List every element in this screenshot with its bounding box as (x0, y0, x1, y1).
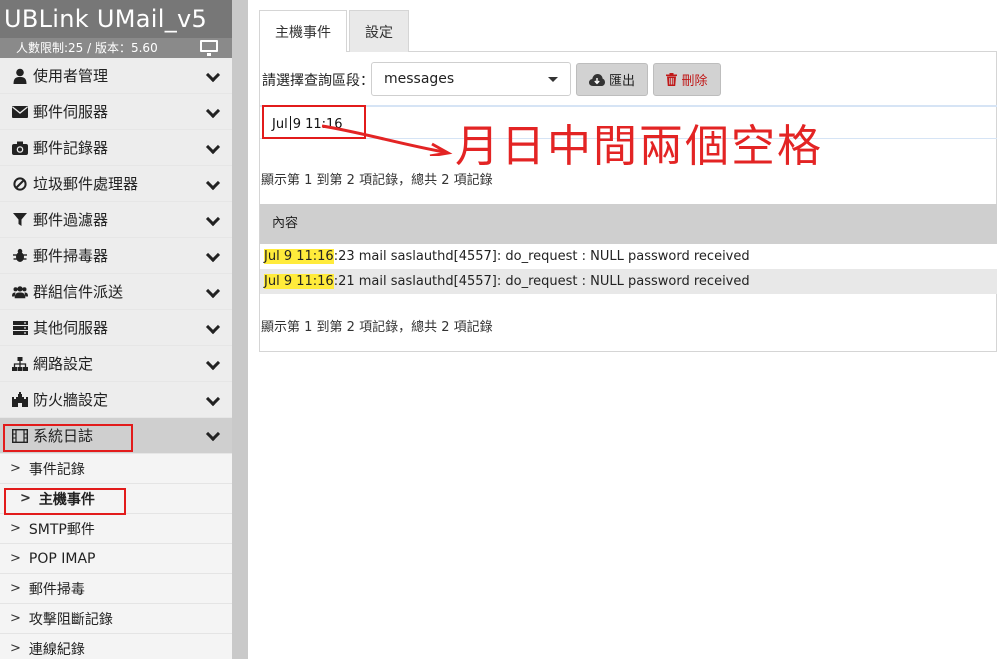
menu-group-mail[interactable]: 群組信件派送 (0, 274, 232, 310)
tab-panel: 請選擇查詢區段： messages 匯出 刪除 Jul 9 11:16 顯示第 … (259, 52, 997, 352)
sitemap-icon (12, 356, 28, 372)
menu-mail-recorder[interactable]: 郵件記錄器 (0, 130, 232, 166)
camera-icon (12, 140, 28, 156)
users-icon (12, 284, 28, 300)
chevron-down-icon (205, 139, 221, 155)
tab-settings[interactable]: 設定 (349, 10, 409, 52)
query-section-select[interactable]: messages (371, 62, 571, 96)
highlighted-date: Jul 9 11:16 (264, 249, 334, 264)
menu-spam-handler[interactable]: 垃圾郵件處理器 (0, 166, 232, 202)
submenu-pop-imap[interactable]: > POP IMAP (0, 544, 232, 574)
bug-icon (12, 248, 28, 264)
record-summary-bottom: 顯示第 1 到第 2 項記錄，總共 2 項記錄 (261, 320, 493, 335)
caret-down-icon (548, 77, 558, 82)
ban-icon (12, 176, 28, 192)
menu-other-servers[interactable]: 其他伺服器 (0, 310, 232, 346)
license-text: 人數限制:25 / 版本：5.60 (16, 41, 158, 55)
envelope-icon (12, 104, 28, 120)
chevron-right-icon: > (10, 641, 21, 656)
annotation-box-system-log (3, 424, 133, 452)
menu-mail-server[interactable]: 郵件伺服器 (0, 94, 232, 130)
chevron-right-icon: > (10, 521, 21, 536)
log-message: :23 mail saslauthd[4557]: do_request : N… (333, 249, 750, 264)
highlighted-date: Jul 9 11:16 (264, 274, 334, 289)
sidebar-scrollbar[interactable] (232, 0, 248, 659)
user-icon (12, 68, 28, 84)
chevron-down-icon (205, 391, 221, 407)
main-content: 主機事件 設定 請選擇查詢區段： messages 匯出 刪除 Jul 9 11… (259, 10, 997, 352)
submenu-attack-block-log[interactable]: > 攻擊阻斷記錄 (0, 604, 232, 634)
chevron-down-icon (205, 67, 221, 83)
chevron-down-icon (205, 103, 221, 119)
column-header-content[interactable]: 內容 (260, 204, 997, 244)
delete-label: 刪除 (681, 74, 708, 89)
annotation-text: 月日中間兩個空格 (455, 121, 823, 172)
table-row: Jul 9 11:16:23 mail saslauthd[4557]: do_… (260, 244, 997, 269)
trash-icon (666, 73, 678, 86)
query-label: 請選擇查詢區段： (262, 73, 374, 89)
sidebar: UBLink UMail_v5 人數限制:25 / 版本：5.60 使用者管理 … (0, 0, 232, 659)
log-table: 內容 Jul 9 11:16:23 mail saslauthd[4557]: … (260, 204, 997, 294)
submenu-smtp-mail[interactable]: > SMTP郵件 (0, 514, 232, 544)
castle-icon (12, 392, 28, 408)
annotation-box-host-events (4, 488, 126, 515)
chevron-right-icon: > (10, 581, 21, 596)
log-message: :21 mail saslauthd[4557]: do_request : N… (333, 274, 750, 289)
app-brand: UBLink UMail_v5 (0, 0, 232, 38)
chevron-right-icon: > (10, 461, 21, 476)
tab-host-events[interactable]: 主機事件 (259, 10, 347, 53)
delete-button[interactable]: 刪除 (653, 63, 721, 96)
filter-icon (12, 212, 28, 228)
menu-network-settings[interactable]: 網路設定 (0, 346, 232, 382)
chevron-down-icon (205, 175, 221, 191)
menu-mail-filter[interactable]: 郵件過濾器 (0, 202, 232, 238)
chevron-right-icon: > (10, 551, 21, 566)
query-selected-value: messages (384, 71, 455, 87)
chevron-right-icon: > (10, 611, 21, 626)
chevron-down-icon (205, 211, 221, 227)
table-row: Jul 9 11:16:21 mail saslauthd[4557]: do_… (260, 269, 997, 294)
menu-user-management[interactable]: 使用者管理 (0, 58, 232, 94)
menu-antivirus[interactable]: 郵件掃毒器 (0, 238, 232, 274)
server-icon (12, 320, 28, 336)
chevron-down-icon (205, 283, 221, 299)
chevron-down-icon (205, 426, 221, 442)
cloud-download-icon (588, 73, 605, 86)
query-row: 請選擇查詢區段： messages 匯出 刪除 (260, 62, 997, 96)
export-button[interactable]: 匯出 (576, 63, 648, 96)
monitor-icon[interactable] (200, 40, 218, 56)
tab-bar: 主機事件 設定 (259, 10, 997, 53)
chevron-down-icon (205, 247, 221, 263)
submenu-connection-log[interactable]: > 連線紀錄 (0, 634, 232, 659)
license-info: 人數限制:25 / 版本：5.60 (0, 38, 232, 58)
chevron-down-icon (205, 355, 221, 371)
chevron-down-icon (205, 319, 221, 335)
submenu-event-log[interactable]: > 事件記錄 (0, 454, 232, 484)
annotation-arrow-icon (321, 124, 453, 156)
menu-firewall-settings[interactable]: 防火牆設定 (0, 382, 232, 418)
submenu-virus-scan[interactable]: > 郵件掃毒 (0, 574, 232, 604)
export-label: 匯出 (608, 74, 635, 89)
